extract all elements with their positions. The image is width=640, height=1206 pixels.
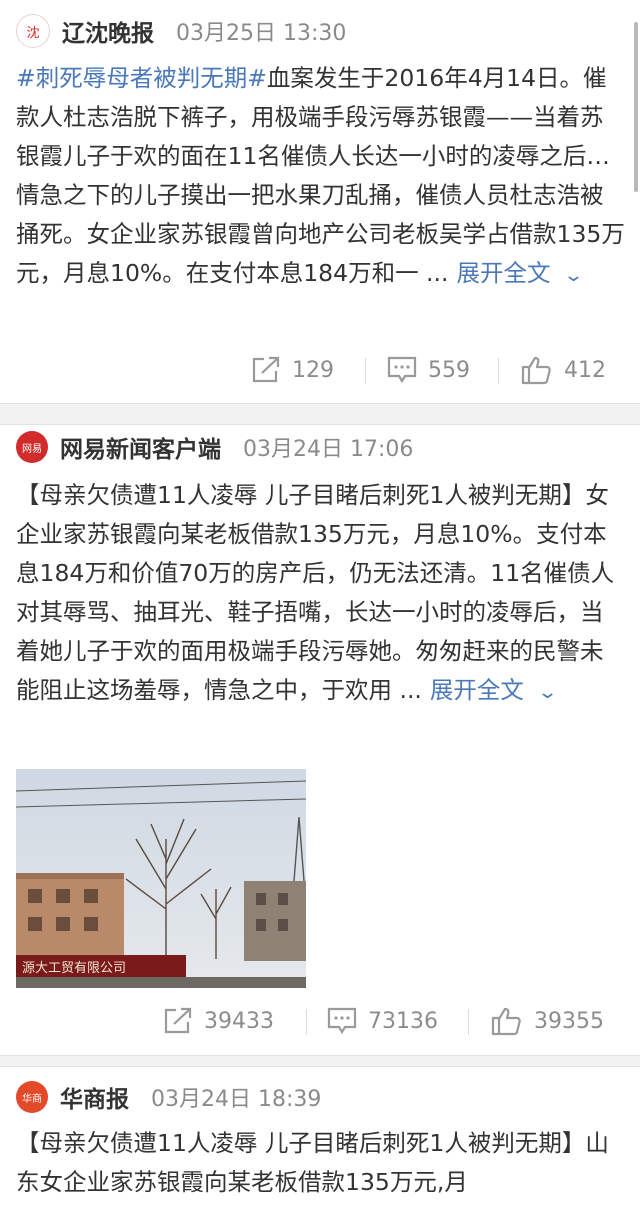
comment-icon [327,1007,357,1035]
comment-count: 559 [428,357,470,383]
post-header: 网易 网易新闻客户端 03月24日 17:06 [16,430,413,464]
comment-count: 73136 [368,1008,438,1034]
action-bar: 129 559 412 [0,350,640,390]
like-count: 412 [564,357,606,383]
post-time: 03月24日 18:39 [151,1087,322,1112]
post-body: 【母亲欠债遭11人凌辱 儿子目睹后刺死1人被判无期】女企业家苏银霞向某老板借款1… [16,476,626,712]
repost-count: 39433 [204,1008,274,1034]
post-body: #刺死辱母者被判无期#血案发生于2016年4月14日。催款人杜志浩脱下裤子，用极… [16,59,626,295]
repost-button[interactable]: 39433 [162,1001,274,1041]
like-button[interactable]: 39355 [490,1001,604,1041]
post-text: 【母亲欠债遭11人凌辱 儿子目睹后刺死1人被判无期】女企业家苏银霞向某老板借款1… [16,481,615,704]
avatar[interactable]: 网易 [16,431,48,463]
post-header: 沈 辽沈晚报 03月25日 13:30 [16,14,346,48]
like-count: 39355 [534,1008,604,1034]
feed-card[interactable]: 华商 华商报 03月24日 18:39 【母亲欠债遭11人凌辱 儿子目睹后刺死1… [0,1066,640,1206]
photo-sign-text: 源大工贸有限公司 [22,961,126,976]
photo-image: 源大工贸有限公司 [16,769,306,988]
expand-link[interactable]: 展开全文 [456,259,550,287]
divider [365,358,366,384]
source-name[interactable]: 辽沈晚报 [62,14,154,48]
post-body: 【母亲欠债遭11人凌辱 儿子目睹后刺死1人被判无期】山东女企业家苏银霞向某老板借… [16,1124,626,1202]
feed-card[interactable]: 网易 网易新闻客户端 03月24日 17:06 【母亲欠债遭11人凌辱 儿子目睹… [0,424,640,1056]
expand-link[interactable]: 展开全文 [430,676,524,704]
post-header: 华商 华商报 03月24日 18:39 [16,1080,321,1114]
action-bar: 39433 73136 39355 [0,1001,640,1041]
post-text: 血案发生于2016年4月14日。催款人杜志浩脱下裤子，用极端手段污辱苏银霞——当… [16,64,625,287]
chevron-down-icon[interactable]: ⌄ [537,673,558,712]
like-button[interactable]: 412 [520,350,606,390]
repost-icon [252,356,280,383]
avatar[interactable]: 沈 [16,14,50,48]
comment-icon [387,356,417,384]
scrollbar[interactable] [634,22,638,192]
chevron-down-icon[interactable]: ⌄ [563,256,584,295]
feed-card[interactable]: 沈 辽沈晚报 03月25日 13:30 #刺死辱母者被判无期#血案发生于2016… [0,0,640,404]
source-name[interactable]: 网易新闻客户端 [60,430,221,464]
repost-button[interactable]: 129 [250,350,334,390]
divider [468,1009,469,1035]
comment-button[interactable]: 559 [386,350,470,390]
avatar[interactable]: 华商 [16,1081,48,1113]
hashtag-link[interactable]: #刺死辱母者被判无期# [16,64,267,92]
post-text: 【母亲欠债遭11人凌辱 儿子目睹后刺死1人被判无期】山东女企业家苏银霞向某老板借… [16,1129,609,1196]
source-name[interactable]: 华商报 [60,1080,129,1114]
divider [498,358,499,384]
post-time: 03月25日 13:30 [176,21,347,46]
post-time: 03月24日 17:06 [243,437,414,462]
repost-count: 129 [292,357,334,383]
like-icon [521,356,551,385]
post-photo[interactable]: 源大工贸有限公司 [16,769,306,988]
repost-icon [164,1007,192,1034]
comment-button[interactable]: 73136 [326,1001,438,1041]
divider [306,1009,307,1035]
like-icon [491,1007,521,1036]
